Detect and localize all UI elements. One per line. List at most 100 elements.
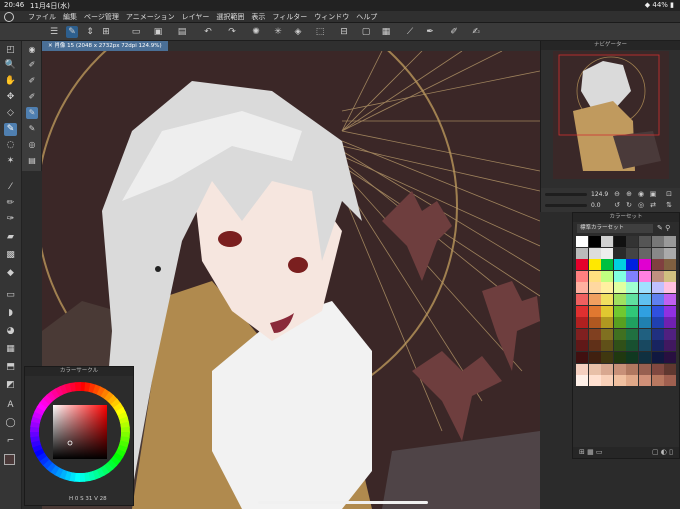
zoom-icon[interactable]: 🔍 [4,59,17,72]
deselect-icon[interactable]: ▢ [360,26,372,38]
color-swatch[interactable] [613,317,626,329]
color-swatch[interactable] [638,340,651,352]
menu-help[interactable]: ヘルプ [356,12,377,22]
color-swatch[interactable] [576,375,588,387]
flip-h-icon[interactable]: ⇄ [649,201,657,209]
color-swatch[interactable] [576,305,588,317]
color-swatch[interactable] [638,363,651,375]
color-swatch[interactable] [601,317,614,329]
open-icon[interactable]: ▤ [176,26,188,38]
color-swatch[interactable] [638,293,651,305]
color-swatch[interactable] [588,270,601,282]
color-swatch[interactable] [601,351,614,363]
menu-edit[interactable]: 編集 [63,12,77,22]
ruler-icon[interactable]: ◩ [4,379,17,392]
settings-icon[interactable]: ✺ [250,26,262,38]
menu-filter[interactable]: フィルター [272,12,307,22]
gradient-icon[interactable]: ◕ [4,325,17,338]
menu-page[interactable]: ページ管理 [84,12,119,22]
color-swatch[interactable] [576,282,588,294]
navigator-preview[interactable] [553,51,669,179]
color-swatch[interactable] [626,247,639,259]
color-swatch[interactable] [576,236,588,247]
menu-icon[interactable]: ☰ [48,26,60,38]
balloon-icon[interactable]: ◯ [4,417,17,430]
menu-layer[interactable]: レイヤー [182,12,210,22]
undo-icon[interactable]: ↶ [202,26,214,38]
color-swatch[interactable] [613,282,626,294]
color-swatch[interactable] [601,375,614,387]
menu-view[interactable]: 表示 [251,12,265,22]
pen-tool-icon[interactable]: ✎ [4,123,17,136]
color-swatch[interactable] [638,247,651,259]
subtool-1-icon[interactable]: ◉ [26,44,38,56]
color-swatch[interactable] [576,293,588,305]
color-swatch[interactable] [588,375,601,387]
zoom-out-icon[interactable]: ⊖ [613,190,621,198]
color-swatch[interactable] [664,236,677,247]
frame-icon[interactable]: ⬒ [4,361,17,374]
color-swatch[interactable] [588,247,601,259]
color-swatch[interactable] [664,375,677,387]
move-icon[interactable]: ✥ [4,91,17,104]
fill-tool-icon[interactable]: ◗ [4,307,17,320]
color-swatch[interactable] [664,247,677,259]
color-swatch[interactable] [588,317,601,329]
color-swatch[interactable] [626,375,639,387]
rotation-slider[interactable] [545,204,587,207]
color-swatch[interactable] [651,351,664,363]
subtool-3-icon[interactable]: ✐ [26,75,38,87]
color-set-menu-icon[interactable]: ✎ ⚲ [657,224,670,232]
color-swatch[interactable] [651,328,664,340]
hand-icon[interactable]: ✋ [4,75,17,88]
color-swatch[interactable] [601,340,614,352]
subtool-5-icon[interactable]: ✎ [26,107,38,119]
color-swatch[interactable] [588,351,601,363]
menu-animation[interactable]: アニメーション [126,12,175,22]
color-swatch[interactable] [613,236,626,247]
color-swatch[interactable] [576,351,588,363]
rotate-right-icon[interactable]: ↻ [625,201,633,209]
color-swatch[interactable] [626,340,639,352]
subtool-7-icon[interactable]: ◎ [26,139,38,151]
color-swatch[interactable] [638,270,651,282]
menu-file[interactable]: ファイル [28,12,56,22]
blend-icon[interactable]: ▭ [4,289,17,302]
color-swatch[interactable] [626,363,639,375]
select-icon[interactable]: ⊟ [338,26,350,38]
color-swatch[interactable] [638,259,651,271]
brush-tool-icon[interactable]: ✑ [4,213,17,226]
document-tab[interactable]: ✕ 肖像 15 (2048 x 2732px 72dpi 124.9%) [42,41,168,51]
color-swatch[interactable] [588,236,601,247]
brush-icon[interactable]: ✒ [424,26,436,38]
color-swatch[interactable] [651,305,664,317]
color-swatch[interactable] [638,305,651,317]
color-swatch[interactable] [664,351,677,363]
subtool-6-icon[interactable]: ✎ [26,123,38,135]
select-layer-icon[interactable]: ◰ [4,44,17,57]
wand-icon[interactable]: ✶ [4,155,17,168]
clear-icon[interactable]: ▭ [130,26,142,38]
subtool-2-icon[interactable]: ✐ [26,59,38,71]
lasso-icon[interactable]: ◌ [4,139,17,152]
color-swatch[interactable] [664,317,677,329]
color-swatch[interactable] [613,375,626,387]
redo-icon[interactable]: ↷ [226,26,238,38]
color-swatch[interactable] [638,328,651,340]
color-swatch[interactable] [638,282,651,294]
eyedropper-icon[interactable]: ⁄ [4,181,17,194]
color-indicator[interactable] [2,452,22,492]
color-swatch[interactable] [664,363,677,375]
color-swatch[interactable] [576,363,588,375]
color-swatch[interactable] [588,340,601,352]
color-swatch[interactable] [601,282,614,294]
zoom-value[interactable]: 124.9 [591,191,608,198]
invert-icon[interactable]: ▦ [380,26,392,38]
color-swatch[interactable] [626,328,639,340]
color-swatch[interactable] [613,351,626,363]
color-swatch[interactable] [601,259,614,271]
zoom-in-icon[interactable]: ⊕ [625,190,633,198]
rotation-value[interactable]: 0.0 [591,202,601,209]
correct-line-icon[interactable]: ⌐ [4,435,17,448]
operation-icon[interactable]: ◇ [4,107,17,120]
